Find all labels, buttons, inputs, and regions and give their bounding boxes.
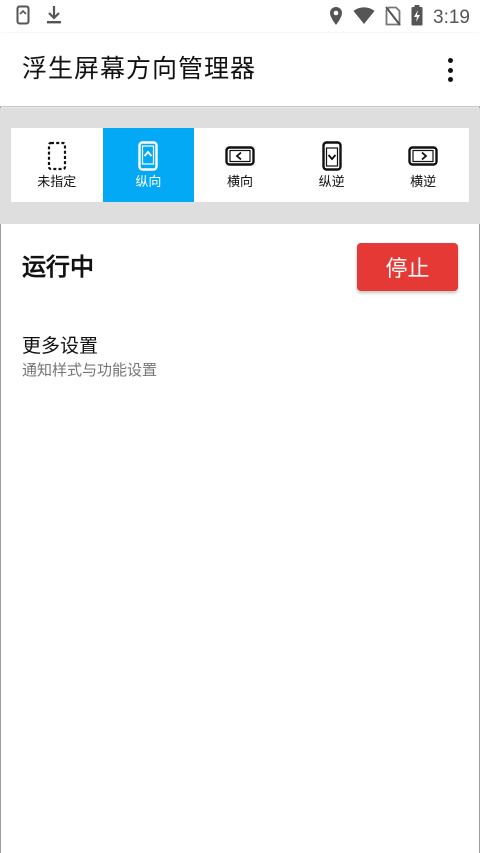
no-sim-icon [385,5,401,30]
orientation-option-reverse-landscape[interactable]: 横逆 [377,128,469,202]
orientation-band: 未指定 纵向 横向 纵逆 横逆 [0,108,480,224]
orientation-selector: 未指定 纵向 横向 纵逆 横逆 [11,128,469,202]
landscape-phone-icon [225,141,255,171]
reverse-landscape-phone-icon [408,141,438,171]
more-settings-title: 更多设置 [22,335,99,357]
reverse-portrait-phone-icon [321,141,342,171]
orientation-label: 纵向 [135,175,162,190]
location-icon [329,6,343,30]
wifi-icon [353,6,375,29]
orientation-option-unspecified[interactable]: 未指定 [11,128,103,202]
orientation-option-reverse-portrait[interactable]: 纵逆 [286,128,378,202]
more-settings-item[interactable]: 更多设置 通知样式与功能设置 [22,333,462,381]
status-bar: 3:19 [0,0,480,33]
portrait-phone-icon [138,141,159,171]
service-status-text: 运行中 [22,253,94,281]
status-time: 3:19 [433,6,470,28]
battery-charging-icon [411,5,423,30]
orientation-label: 横向 [226,175,253,190]
unspecified-phone-icon [47,141,67,171]
orientation-label: 未指定 [37,175,77,190]
screen-rotation-notification-icon [16,5,30,29]
app-title: 浮生屏幕方向管理器 [22,54,257,83]
orientation-option-portrait[interactable]: 纵向 [102,128,195,202]
orientation-label: 横逆 [410,175,437,190]
stop-button[interactable]: 停止 [357,243,458,291]
orientation-label: 纵逆 [318,175,345,190]
download-icon [46,5,62,29]
orientation-option-landscape[interactable]: 横向 [194,128,286,202]
app-bar: 浮生屏幕方向管理器 [0,33,480,107]
more-settings-subtitle: 通知样式与功能设置 [22,361,158,379]
more-vert-icon[interactable] [438,55,462,85]
